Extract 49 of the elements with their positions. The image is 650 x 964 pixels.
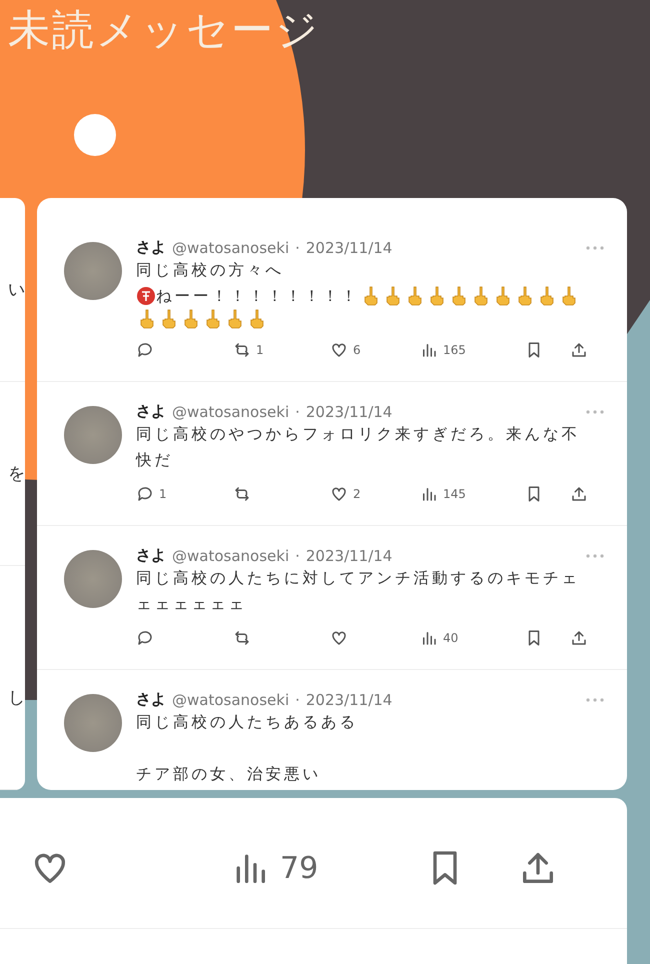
share-icon[interactable] <box>570 341 588 359</box>
comment-icon[interactable] <box>136 341 154 359</box>
view-count: 165 <box>443 343 466 357</box>
separator-dot: · <box>295 546 300 564</box>
secret-emoji-icon <box>136 286 156 306</box>
cut-text: を <box>8 463 25 485</box>
bar-chart-icon[interactable] <box>420 485 438 503</box>
view-count: 40 <box>443 631 458 645</box>
separator-dot: · <box>295 402 300 420</box>
tweet-text: 同じ高校の方々へ <box>136 260 284 281</box>
separator-dot: · <box>295 690 300 708</box>
retweet-icon[interactable] <box>233 629 251 647</box>
share-icon[interactable] <box>570 485 588 503</box>
retweet-icon[interactable] <box>233 485 251 503</box>
heart-icon[interactable] <box>330 485 348 503</box>
tweet-handle: @watosanoseki <box>172 546 290 564</box>
tweet-text: ねーー！！！！！！！！ <box>156 286 360 307</box>
user-name: さよ <box>136 690 166 709</box>
heart-icon[interactable] <box>330 629 348 647</box>
tweet-date: 2023/11/14 <box>306 690 392 708</box>
heart-icon[interactable] <box>330 341 348 359</box>
user-name: さよ <box>136 402 166 421</box>
tweet-text: 同じ高校の人たちに対してアンチ活動するのキモチェェェェェェェ <box>136 568 581 615</box>
retweet-icon[interactable] <box>233 341 251 359</box>
user-name: さよ <box>136 238 166 257</box>
retweet-count: 1 <box>256 343 264 357</box>
view-count: 145 <box>443 487 466 501</box>
view-count: 79 <box>280 850 318 886</box>
tweet-handle: @watosanoseki <box>172 238 290 256</box>
share-icon[interactable] <box>570 629 588 647</box>
bar-chart-icon[interactable] <box>420 341 438 359</box>
tweet-text: 同じ高校の人たちあるある <box>136 712 358 733</box>
cut-text: し <box>8 687 25 709</box>
comment-icon[interactable] <box>136 485 154 503</box>
comment-icon[interactable] <box>136 629 154 647</box>
user-name: さよ <box>136 546 166 565</box>
separator-dot: · <box>295 238 300 256</box>
bar-chart-icon[interactable] <box>420 629 438 647</box>
tweet-handle: @watosanoseki <box>172 402 290 420</box>
tweet-date: 2023/11/14 <box>306 546 392 564</box>
reply-count: 1 <box>159 487 167 501</box>
cut-text: い <box>8 279 25 301</box>
tweet-handle: @watosanoseki <box>172 690 290 708</box>
tweet-text: 同じ高校のやつからフォロリク来すぎだろ。来んな不快だ <box>136 424 581 471</box>
tweet-text: チア部の女、治安悪い <box>136 764 321 785</box>
like-count: 2 <box>353 487 361 501</box>
like-count: 6 <box>353 343 361 357</box>
tweet-date: 2023/11/14 <box>306 402 392 420</box>
tweet-date: 2023/11/14 <box>306 238 392 256</box>
